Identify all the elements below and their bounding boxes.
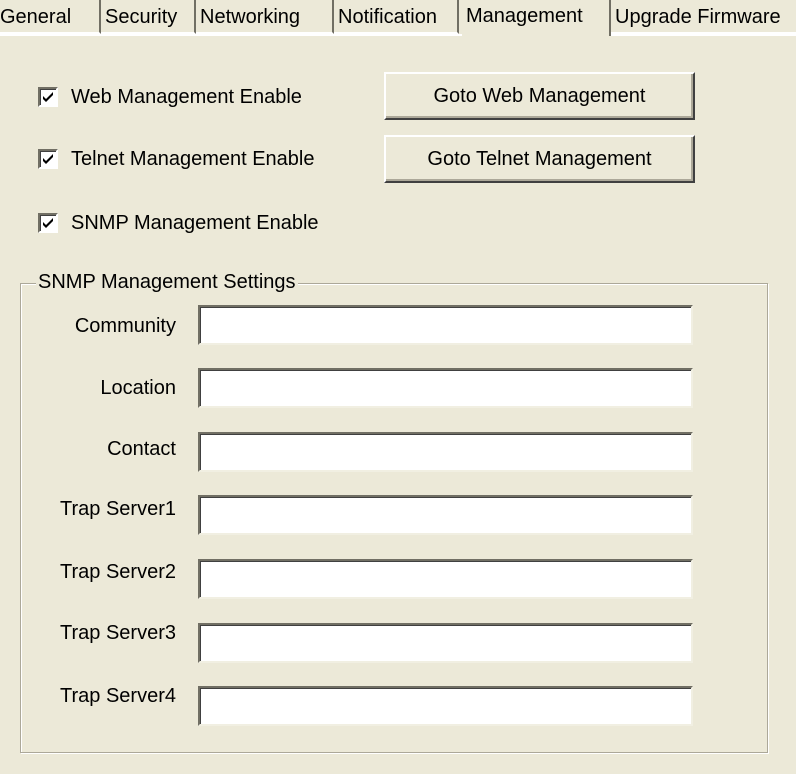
checkmark-icon bbox=[43, 218, 53, 228]
trap-server2-label: Trap Server2 bbox=[60, 561, 176, 583]
checkmark-icon bbox=[43, 154, 53, 164]
location-label: Location bbox=[100, 377, 176, 399]
location-input[interactable] bbox=[198, 368, 693, 408]
tab-upgrade-firmware[interactable]: Upgrade Firmware bbox=[611, 0, 796, 34]
community-input[interactable] bbox=[198, 305, 693, 345]
goto-web-management-button[interactable]: Goto Web Management bbox=[384, 72, 695, 120]
checkmark-icon bbox=[43, 92, 53, 102]
trap-server4-label: Trap Server4 bbox=[60, 685, 176, 707]
snmp-settings-title: SNMP Management Settings bbox=[36, 269, 298, 295]
snmp-management-enable-label: SNMP Management Enable bbox=[71, 211, 319, 234]
tab-strip: General Security Networking Notification… bbox=[0, 0, 796, 36]
goto-telnet-management-button[interactable]: Goto Telnet Management bbox=[384, 135, 695, 183]
telnet-management-enable-label: Telnet Management Enable bbox=[71, 147, 315, 170]
web-management-enable-checkbox[interactable] bbox=[38, 87, 58, 107]
tab-general[interactable]: General bbox=[0, 0, 101, 34]
web-management-enable-label: Web Management Enable bbox=[71, 85, 302, 108]
contact-label: Contact bbox=[107, 438, 176, 460]
trap-server3-label: Trap Server3 bbox=[60, 622, 176, 644]
trap-server1-label: Trap Server1 bbox=[60, 498, 176, 520]
snmp-management-enable-checkbox[interactable] bbox=[38, 213, 58, 233]
tab-management[interactable]: Management bbox=[462, 0, 611, 36]
contact-input[interactable] bbox=[198, 432, 693, 472]
trap-server3-input[interactable] bbox=[198, 623, 693, 663]
tab-security[interactable]: Security bbox=[101, 0, 196, 34]
community-label: Community bbox=[74, 315, 176, 337]
trap-server2-input[interactable] bbox=[198, 559, 693, 599]
tab-notification[interactable]: Notification bbox=[334, 0, 459, 34]
trap-server1-input[interactable] bbox=[198, 495, 693, 535]
tab-networking[interactable]: Networking bbox=[196, 0, 334, 34]
web-management-enable-row[interactable]: Web Management Enable bbox=[38, 84, 302, 110]
telnet-management-enable-row[interactable]: Telnet Management Enable bbox=[38, 146, 315, 172]
telnet-management-enable-checkbox[interactable] bbox=[38, 149, 58, 169]
tab-baseline bbox=[0, 34, 796, 36]
trap-server4-input[interactable] bbox=[198, 686, 693, 726]
snmp-management-enable-row[interactable]: SNMP Management Enable bbox=[38, 210, 319, 236]
